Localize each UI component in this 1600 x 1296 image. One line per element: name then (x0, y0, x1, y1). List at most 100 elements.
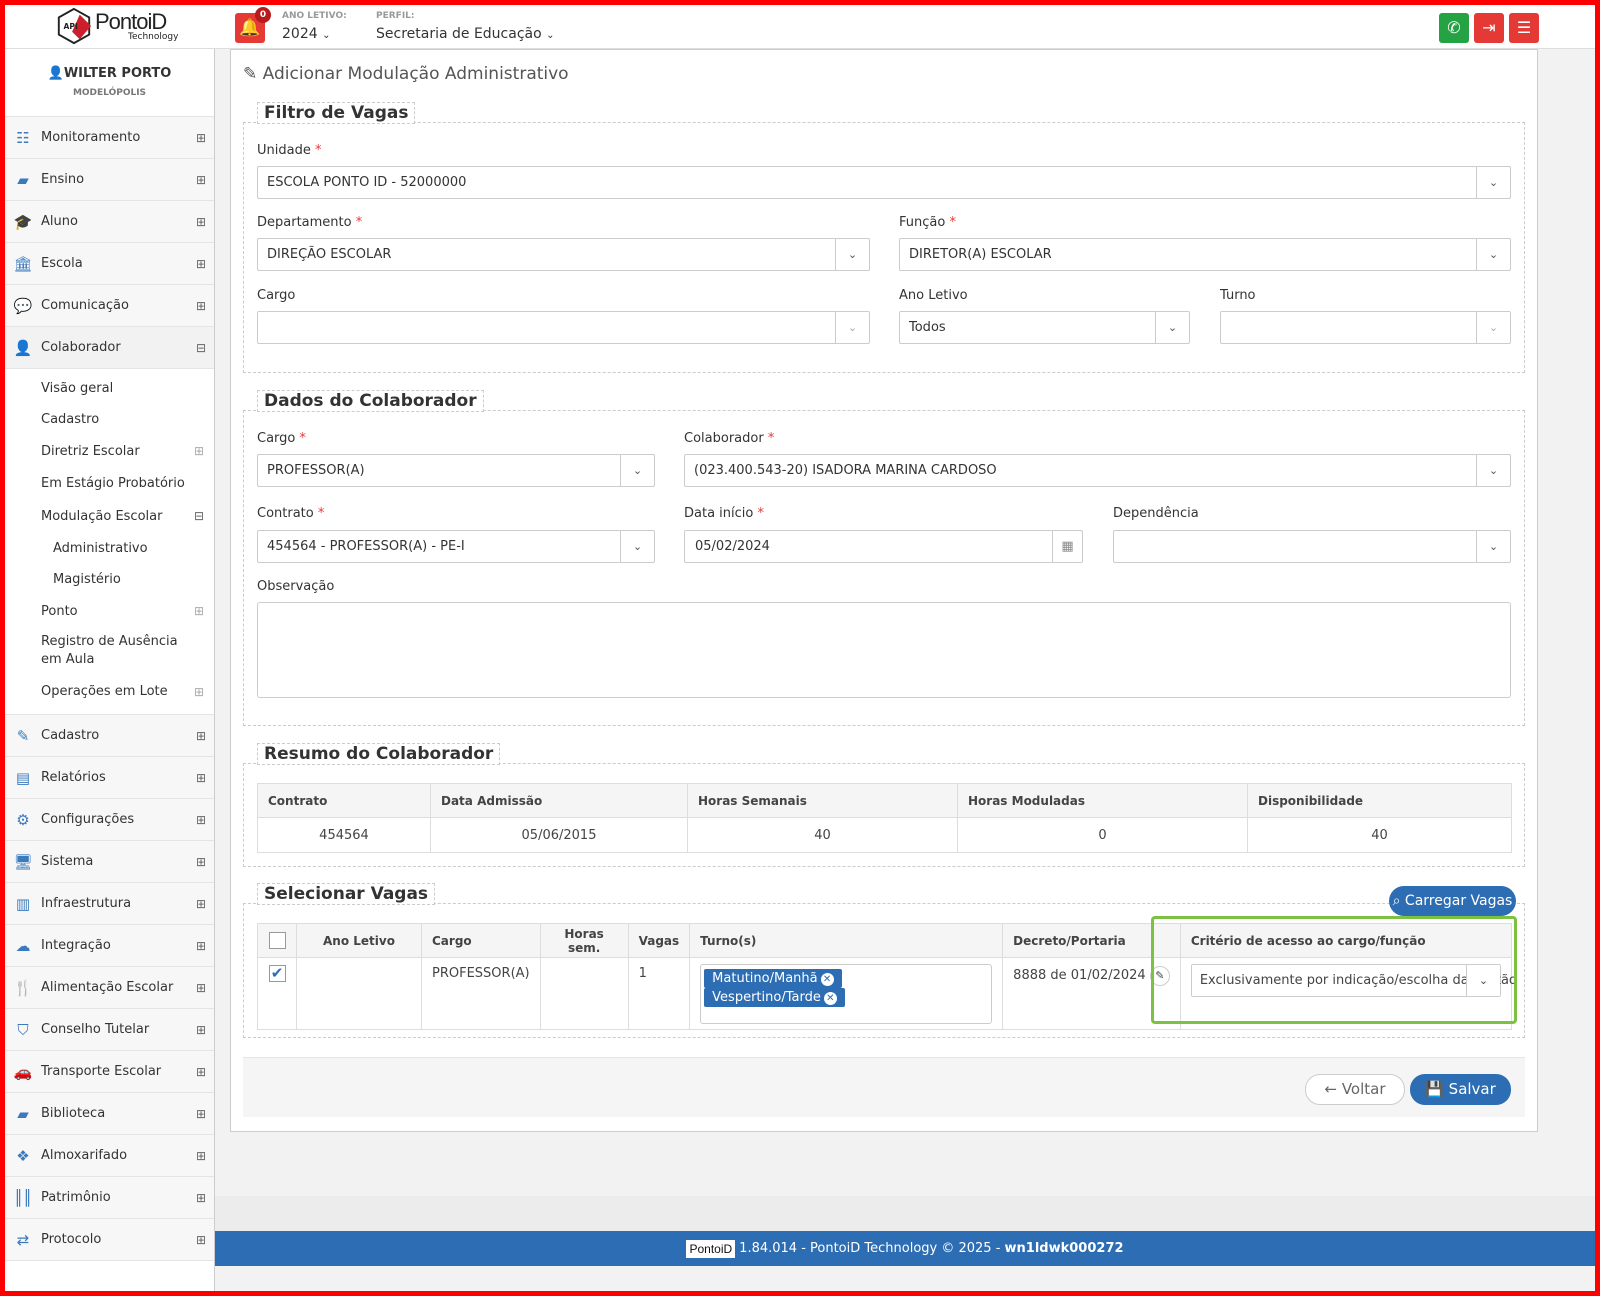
exchange-icon: ⇄ (16, 1230, 30, 1249)
chevron-down-icon: ⌄ (1155, 312, 1189, 343)
row-checkbox[interactable]: ✔ (268, 965, 286, 982)
expand-icon: ⊞ (195, 1106, 207, 1121)
sidebar-item-cadastro[interactable]: ✎ Cadastro ⊞ (5, 715, 214, 757)
sidebar-item-conselho-tutelar[interactable]: ⛉ Conselho Tutelar ⊞ (5, 1009, 214, 1051)
funcao-select[interactable]: DIRETOR(A) ESCOLAR ⌄ (899, 238, 1511, 271)
table-cell (539, 957, 629, 1030)
cubes-icon: ❖ (16, 1146, 30, 1165)
unidade-select[interactable]: ESCOLA PONTO ID - 52000000 ⌄ (257, 166, 1511, 199)
sidebar-item-biblioteca[interactable]: ▰ Biblioteca ⊞ (5, 1093, 214, 1135)
sidebar-item-patrimonio[interactable]: ║║ Patrimônio ⊞ (5, 1177, 214, 1219)
expand-icon: ⊞ (195, 130, 207, 145)
sidebar-item-relatorios[interactable]: ▤ Relatórios ⊞ (5, 757, 214, 799)
car-icon: 🚗 (13, 1062, 33, 1081)
hamburger-icon: ☰ (1516, 18, 1532, 37)
book-icon: ▰ (17, 170, 29, 189)
table-cell: 454564 (257, 817, 431, 853)
expand-icon: ⊞ (195, 1022, 207, 1037)
column-header: Ano Letivo (296, 923, 422, 958)
expand-icon: ⊞ (195, 256, 207, 271)
sidebar-item-ensino[interactable]: ▰ Ensino ⊞ (5, 159, 214, 201)
sidebar-item-magisterio[interactable]: Magistério (5, 564, 214, 595)
remove-icon[interactable]: ✕ (823, 992, 837, 1005)
notification-bell-button[interactable]: 🔔 0 (235, 7, 271, 43)
observacao-textarea[interactable] (257, 602, 1511, 698)
expand-icon: ⊞ (195, 1190, 207, 1205)
cargo-label: Cargo * (257, 431, 307, 446)
logo-mark-icon: API (57, 7, 92, 45)
chevron-down-icon: ⌄ (835, 239, 869, 270)
turnos-multiselect[interactable]: Matutino/Manhã ✕ Vespertino/Tarde ✕ (700, 964, 993, 1024)
perfil-selector[interactable]: Secretaria de Educação ⌄ (376, 26, 555, 42)
sidebar-item-operacoes-lote[interactable]: Operações em Lote ⊞ (5, 675, 214, 708)
select-all-checkbox[interactable] (268, 932, 286, 949)
sign-out-icon: ⇥ (1482, 18, 1496, 37)
salvar-button[interactable]: 💾 Salvar (1410, 1074, 1511, 1105)
column-header: Data Admissão (430, 783, 688, 818)
sidebar-item-alimentacao[interactable]: 🍴 Alimentação Escolar ⊞ (5, 967, 214, 1009)
sidebar-item-protocolo[interactable]: ⇄ Protocolo ⊞ (5, 1219, 214, 1261)
sidebar-item-aluno[interactable]: 🎓 Aluno ⊞ (5, 201, 214, 243)
chevron-down-icon: ⌄ (1476, 167, 1510, 198)
sidebar-item-visao-geral[interactable]: Visão geral (5, 373, 214, 404)
sidebar-item-administrativo[interactable]: Administrativo (5, 533, 214, 564)
footer: PontoiD 1.84.014 - PontoiD Technology © 2… (215, 1231, 1595, 1266)
ano-letivo-selector[interactable]: 2024 ⌄ (282, 26, 330, 42)
table-row: 454564 05/06/2015 40 0 40 (257, 817, 1512, 853)
sidebar-item-configuracoes[interactable]: ⚙ Configurações ⊞ (5, 799, 214, 841)
colaborador-select[interactable]: (023.400.543-20) ISADORA MARINA CARDOSO ⌄ (684, 454, 1511, 487)
sidebar-item-estagio-probatorio[interactable]: Em Estágio Probatório (5, 467, 214, 499)
sidebar-item-modulacao-escolar[interactable]: Modulação Escolar ⊟ (5, 499, 214, 533)
resumo-table: Contrato Data Admissão Horas Semanais Ho… (257, 783, 1512, 853)
remove-icon[interactable]: ✕ (820, 973, 834, 986)
search-icon: ⌕ (1392, 893, 1401, 909)
turno-filter-select[interactable]: ⌄ (1220, 311, 1511, 344)
logout-button[interactable]: ⇥ (1474, 13, 1504, 43)
expand-icon: ⊞ (195, 938, 207, 953)
sidebar-item-escola[interactable]: 🏛 Escola ⊞ (5, 243, 214, 285)
dependencia-select[interactable]: ⌄ (1113, 530, 1511, 563)
sidebar-item-cadastro-colab[interactable]: Cadastro (5, 404, 214, 435)
table-cell: 40 (687, 817, 958, 853)
chevron-down-icon: ⌄ (1476, 239, 1510, 270)
sidebar-item-integracao[interactable]: ☁ Integração ⊞ (5, 925, 214, 967)
sidebar: 👤WILTER PORTO MODELÓPOLIS ☷ Monitoramento… (5, 49, 215, 1291)
data-inicio-input[interactable]: 05/02/2024 ▦ (684, 530, 1083, 563)
sidebar-item-monitoramento[interactable]: ☷ Monitoramento ⊞ (5, 117, 214, 159)
svg-text:API: API (64, 22, 78, 31)
chevron-down-icon: ⌄ (620, 455, 654, 486)
menu-button[interactable]: ☰ (1509, 13, 1539, 43)
contrato-select[interactable]: 454564 - PROFESSOR(A) - PE-I ⌄ (257, 530, 655, 563)
ano-letivo-filter-select[interactable]: Todos ⌄ (899, 311, 1190, 344)
calendar-icon[interactable]: ▦ (1052, 531, 1082, 562)
building-icon: ▥ (15, 894, 31, 913)
edit-icon: ✎ (243, 64, 258, 84)
row-checkbox-cell: ✔ (257, 957, 297, 1030)
collapse-icon: ⊟ (193, 509, 204, 523)
sidebar-item-colaborador[interactable]: 👤 Colaborador ⊟ (5, 327, 214, 369)
sidebar-item-ponto[interactable]: Ponto ⊞ (5, 595, 214, 627)
whatsapp-button[interactable]: ✆ (1439, 13, 1469, 43)
sidebar-item-almoxarifado[interactable]: ❖ Almoxarifado ⊞ (5, 1135, 214, 1177)
voltar-button[interactable]: ← Voltar (1305, 1074, 1405, 1105)
sidebar-item-registro-ausencia[interactable]: Registro de Ausência em Aula (5, 627, 214, 675)
sidebar-item-sistema[interactable]: 🖥 Sistema ⊞ (5, 841, 214, 883)
column-header: Vagas (627, 923, 691, 958)
column-header: Horas sem. (539, 923, 629, 958)
departamento-select[interactable]: DIREÇÃO ESCOLAR ⌄ (257, 238, 870, 271)
cargo-select[interactable]: PROFESSOR(A) ⌄ (257, 454, 655, 487)
sidebar-item-diretriz-escolar[interactable]: Diretriz Escolar ⊞ (5, 435, 214, 467)
colaborador-label: Colaborador * (684, 431, 775, 446)
cargo-filter-select[interactable]: ⌄ (257, 311, 870, 344)
column-header: Turno(s) (689, 923, 1004, 958)
ano-letivo-label: ANO LETIVO: (282, 11, 347, 21)
dados-legend: Dados do Colaborador (257, 390, 484, 412)
file-icon: ▤ (15, 768, 31, 787)
carregar-vagas-button[interactable]: ⌕ Carregar Vagas (1389, 886, 1516, 916)
sidebar-item-comunicacao[interactable]: 💬 Comunicação ⊞ (5, 285, 214, 327)
sidebar-item-infraestrutura[interactable]: ▥ Infraestrutura ⊞ (5, 883, 214, 925)
logo[interactable]: API PontoiD Technology (50, 5, 180, 47)
sidebar-item-transporte[interactable]: 🚗 Transporte Escolar ⊞ (5, 1051, 214, 1093)
chevron-down-icon: ⌄ (1476, 312, 1510, 343)
colaborador-submenu: Visão geral Cadastro Diretriz Escolar ⊞ E… (5, 369, 214, 715)
